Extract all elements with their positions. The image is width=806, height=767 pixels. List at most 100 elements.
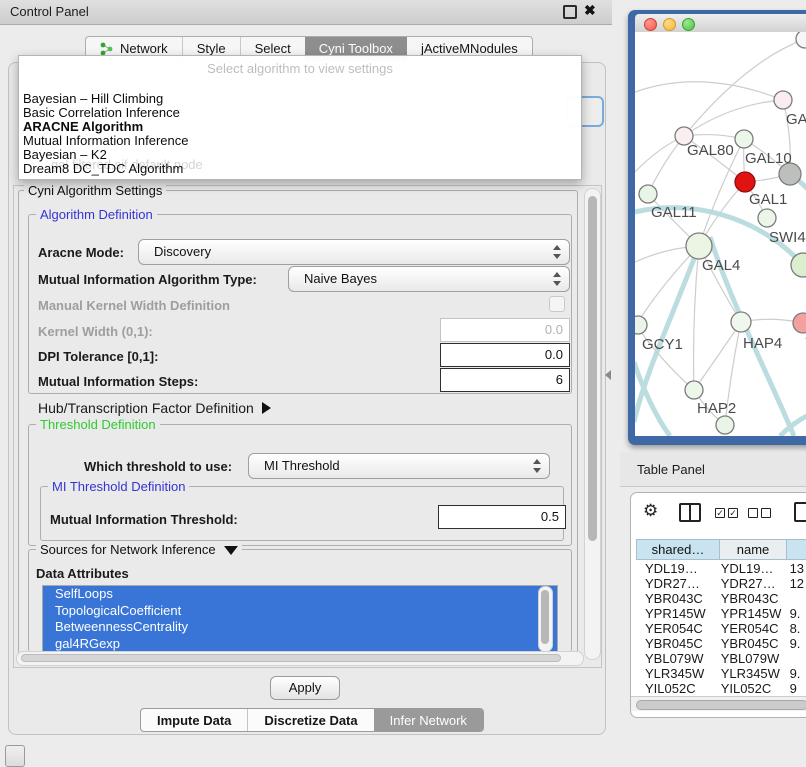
- table-body: YDL19…YDL19…13 YDR27…YDR27…12 YBR043CYBR…: [636, 561, 806, 694]
- node-salmon[interactable]: [793, 313, 806, 333]
- algorithm-dropdown-popup: Select algorithm to view settings gal fi…: [18, 55, 582, 180]
- dropdown-item-dream8[interactable]: Dream8 DC_TDC Algorithm: [23, 161, 183, 176]
- table-row[interactable]: YDL19…YDL19…13: [636, 561, 806, 576]
- list-item-gal4rgexp[interactable]: gal4RGexp: [43, 636, 557, 653]
- panel-divider-arrow[interactable]: [605, 370, 611, 380]
- settings-group-title: Cyni Algorithm Settings: [24, 183, 166, 198]
- node-gal10[interactable]: [735, 130, 753, 148]
- select-all-checkbox-icon[interactable]: ✓: [715, 508, 725, 518]
- label-gcy1: GCY1: [642, 336, 683, 353]
- dropdown-item-basic-correlation[interactable]: Basic Correlation Inference: [23, 105, 180, 120]
- deselect-checkbox2-icon[interactable]: [761, 508, 771, 518]
- mi-threshold-label: Mutual Information Threshold:: [50, 512, 238, 527]
- node-gal1-selected-red[interactable]: [735, 172, 755, 192]
- bottom-tabbar: Impute Data Discretize Data Infer Networ…: [140, 708, 484, 732]
- list-item-betweennesscentrality[interactable]: BetweennessCentrality: [43, 619, 557, 636]
- node-gal4[interactable]: [686, 233, 712, 259]
- minimized-window-icon[interactable]: [5, 745, 25, 767]
- label-gal11: GAL11: [651, 204, 697, 221]
- sources-group-title[interactable]: Sources for Network Inference: [36, 542, 242, 557]
- table-hscrollbar[interactable]: [631, 696, 806, 711]
- table-row[interactable]: YLR345WYLR345W9.: [636, 666, 806, 681]
- label-gal: GAL: [786, 111, 806, 128]
- label-gal10: GAL10: [745, 150, 792, 167]
- dropdown-placeholder: Select algorithm to view settings: [19, 61, 581, 76]
- threshold-definition-title: Threshold Definition: [36, 417, 160, 432]
- which-threshold-combobox[interactable]: MI Threshold: [248, 453, 550, 479]
- table-panel-title: Table Panel: [637, 462, 705, 477]
- node-gal-pink[interactable]: [774, 91, 792, 109]
- control-panel-title: Control Panel: [10, 4, 89, 19]
- table-row[interactable]: YBR043CYBR043C: [636, 591, 806, 606]
- zoom-traffic-light-icon[interactable]: [682, 18, 695, 31]
- data-attributes-label: Data Attributes: [36, 566, 129, 581]
- list-item-selfloops[interactable]: SelfLoops: [43, 586, 557, 603]
- mi-steps-label: Mutual Information Steps:: [38, 374, 198, 389]
- dpi-tolerance-field[interactable]: 0.0: [440, 343, 570, 367]
- label-hap4: HAP4: [743, 335, 782, 352]
- settings-vscrollbar[interactable]: [584, 188, 601, 660]
- column-header-partial[interactable]: [787, 539, 806, 560]
- dpi-tolerance-label: DPI Tolerance [0,1]:: [38, 349, 158, 364]
- label-gal80: GAL80: [687, 142, 734, 159]
- dropdown-item-aracne[interactable]: ARACNE Algorithm: [23, 119, 143, 134]
- select-all-checkbox2-icon[interactable]: ✓: [728, 508, 738, 518]
- aracne-mode-label: Aracne Mode:: [38, 245, 124, 260]
- close-traffic-light-icon[interactable]: [644, 18, 657, 31]
- node-hap4[interactable]: [731, 312, 751, 332]
- table-panel-titlebar: Table Panel: [620, 452, 806, 487]
- mi-type-label: Mutual Information Algorithm Type:: [38, 272, 257, 287]
- minimize-traffic-light-icon[interactable]: [663, 18, 676, 31]
- which-threshold-label: Which threshold to use:: [84, 459, 232, 474]
- stepper-arrows-icon: [552, 244, 561, 260]
- mi-steps-field[interactable]: 6: [440, 368, 570, 392]
- tab-discretize-data[interactable]: Discretize Data: [247, 709, 373, 731]
- network-window-titlebar[interactable]: [635, 14, 806, 32]
- dropdown-item-mutual-information[interactable]: Mutual Information Inference: [23, 133, 188, 148]
- network-graph: GAL GAL80 GAL10 GAL1 GAL11 SWI4 GAL4 GCY…: [635, 32, 806, 436]
- node-gal11[interactable]: [639, 185, 657, 203]
- float-window-icon[interactable]: [563, 5, 577, 19]
- network-view-window[interactable]: GAL GAL80 GAL10 GAL1 GAL11 SWI4 GAL4 GCY…: [628, 10, 806, 445]
- network-canvas[interactable]: GAL GAL80 GAL10 GAL1 GAL11 SWI4 GAL4 GCY…: [635, 32, 806, 436]
- attribute-list-scrollbar[interactable]: [538, 586, 553, 652]
- algorithm-definition-title: Algorithm Definition: [36, 207, 157, 222]
- table-row[interactable]: YPR145WYPR145W9.: [636, 606, 806, 621]
- tab-infer-network[interactable]: Infer Network: [374, 709, 483, 731]
- mi-threshold-group-title: MI Threshold Definition: [48, 479, 189, 494]
- mi-type-combobox[interactable]: Naive Bayes: [288, 266, 570, 292]
- stepper-arrows-icon: [552, 271, 561, 287]
- tab-impute-data[interactable]: Impute Data: [141, 709, 247, 731]
- table-row[interactable]: YIL052CYIL052C9: [636, 681, 806, 694]
- table-row[interactable]: YER054CYER054C8.: [636, 621, 806, 636]
- hub-definition-toggle[interactable]: Hub/Transcription Factor Definition: [38, 400, 271, 416]
- deselect-checkbox-icon[interactable]: [748, 508, 758, 518]
- dropdown-item-bayesian-hill[interactable]: Bayesian – Hill Climbing: [23, 91, 163, 106]
- table-row[interactable]: YBL079WYBL079W: [636, 651, 806, 666]
- app-root: { "control_panel": { "title": "Control P…: [0, 0, 806, 762]
- node-hap2[interactable]: [685, 381, 703, 399]
- node-gcy1[interactable]: [635, 316, 647, 334]
- gear-icon[interactable]: ⚙: [643, 501, 658, 521]
- column-header-shared[interactable]: shared…: [636, 539, 720, 560]
- split-panes-icon[interactable]: [679, 503, 701, 522]
- label-gal1: GAL1: [749, 191, 787, 208]
- network-icon: [100, 42, 114, 56]
- node-partial-bottom[interactable]: [716, 416, 734, 434]
- aracne-mode-combobox[interactable]: Discovery: [138, 239, 570, 265]
- manual-kernel-checkbox[interactable]: [549, 296, 565, 312]
- settings-hscrollbar[interactable]: [16, 651, 584, 666]
- list-item-topologicalcoefficient[interactable]: TopologicalCoefficient: [43, 603, 557, 620]
- mi-threshold-field[interactable]: 0.5: [438, 505, 566, 529]
- column-header-name[interactable]: name: [720, 539, 787, 560]
- dropdown-item-bayesian-k2[interactable]: Bayesian – K2: [23, 147, 107, 162]
- node-swi4[interactable]: [758, 209, 776, 227]
- apply-button[interactable]: Apply: [270, 676, 340, 700]
- label-swi4: SWI4: [769, 229, 806, 246]
- partial-toolbar-icon[interactable]: [794, 502, 806, 522]
- node-partial-top[interactable]: [796, 32, 806, 48]
- kernel-width-field[interactable]: 0.0: [440, 318, 570, 342]
- table-row[interactable]: YBR045CYBR045C9.: [636, 636, 806, 651]
- close-icon[interactable]: ✖: [584, 2, 596, 19]
- table-row[interactable]: YDR27…YDR27…12: [636, 576, 806, 591]
